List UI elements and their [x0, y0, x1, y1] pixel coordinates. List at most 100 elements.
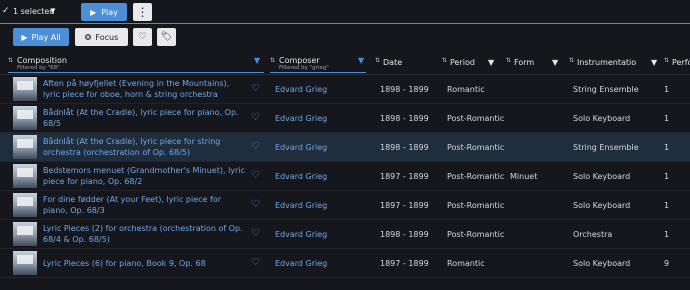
filter-icon[interactable]: ▼ [254, 56, 260, 65]
composition-link[interactable]: For dine fødder (At your Feet), lyric pi… [43, 194, 248, 216]
form-cell: Minuet [510, 172, 538, 181]
instrumentation-cell: Solo Keyboard [573, 172, 631, 181]
column-title: Period [450, 58, 475, 67]
composition-link[interactable]: Aften på høyfjellet (Evening in the Moun… [43, 78, 248, 100]
table-row[interactable]: Lyric Pieces (6) for piano, Book 9, Op. … [0, 249, 690, 278]
table-row[interactable]: Lyric Pieces (2) for orchestra (orchestr… [0, 220, 690, 249]
album-thumbnail[interactable] [13, 164, 37, 188]
column-title: Composer [279, 56, 320, 65]
performances-cell: 1 [664, 201, 670, 210]
composition-link[interactable]: Bådnlåt (At the Cradle), lyric piece for… [43, 136, 248, 158]
column-header-date[interactable]: ⇅ Date [375, 51, 440, 75]
tag-icon: 🏷 [160, 32, 173, 42]
album-thumbnail[interactable] [13, 106, 37, 130]
period-cell: Post-Romantic [447, 230, 505, 239]
composition-link[interactable]: Bedstemors menuet (Grandmother's Minuet)… [43, 165, 248, 187]
sort-icon[interactable]: ⇅ [569, 57, 574, 64]
album-thumbnail[interactable] [13, 135, 37, 159]
column-header-performances[interactable]: ⇅ Perfor [664, 51, 690, 75]
table-row[interactable]: For dine fødder (At your Feet), lyric pi… [0, 191, 690, 220]
composer-link[interactable]: Edvard Grieg [275, 230, 327, 239]
sort-icon[interactable]: ⇅ [270, 57, 275, 64]
table-row[interactable]: Bedstemors menuet (Grandmother's Minuet)… [0, 162, 690, 191]
heart-icon[interactable]: ♡ [251, 170, 260, 181]
focus-icon: ❂ [84, 32, 92, 42]
composer-link[interactable]: Edvard Grieg [275, 259, 327, 268]
play-button[interactable]: ▶ Play [81, 3, 127, 21]
column-header-period[interactable]: ⇅ Period ▼ [442, 51, 506, 75]
top-bar: ✓ 1 selected ▼ ▶ Play ⋮ [0, 0, 690, 24]
instrumentation-cell: String Ensemble [573, 85, 639, 94]
heart-icon[interactable]: ♡ [251, 228, 260, 239]
composition-link[interactable]: Bådnlåt (At the Cradle), lyric piece for… [43, 107, 248, 129]
composer-link[interactable]: Edvard Grieg [275, 201, 327, 210]
period-cell: Post-Romantic [447, 143, 505, 152]
play-all-button[interactable]: ▶ Play All [13, 28, 69, 46]
period-cell: Post-Romantic [447, 201, 505, 210]
heart-icon[interactable]: ♡ [251, 199, 260, 210]
composition-link[interactable]: Lyric Pieces (2) for orchestra (orchestr… [43, 223, 248, 245]
date-cell: 1898 - 1899 [380, 230, 429, 239]
filter-underline [270, 72, 366, 73]
column-title: Instrumentatio [577, 58, 637, 67]
sort-icon[interactable]: ⇅ [375, 57, 380, 64]
more-options-button[interactable]: ⋮ [133, 3, 152, 21]
period-cell: Romantic [447, 85, 485, 94]
play-icon: ▶ [90, 7, 97, 17]
favorite-filter-button[interactable]: ♡ [133, 28, 152, 46]
focus-label: Focus [95, 32, 119, 42]
filter-underline [8, 72, 264, 73]
composer-link[interactable]: Edvard Grieg [275, 172, 327, 181]
column-title: Perfor [672, 58, 690, 67]
filter-icon[interactable]: ▼ [651, 58, 657, 67]
date-cell: 1897 - 1899 [380, 172, 429, 181]
column-header-composition[interactable]: ⇅ Composition Filtered by "68" ▼ [0, 51, 266, 75]
composer-link[interactable]: Edvard Grieg [275, 114, 327, 123]
composer-link[interactable]: Edvard Grieg [275, 85, 327, 94]
period-cell: Post-Romantic [447, 114, 505, 123]
filter-icon[interactable]: ▼ [358, 56, 364, 65]
date-cell: 1898 - 1899 [380, 85, 429, 94]
performances-cell: 9 [664, 259, 670, 268]
column-header-instrumentation[interactable]: ⇅ Instrumentatio ▼ [569, 51, 664, 75]
filter-icon[interactable]: ▼ [488, 58, 494, 67]
composer-link[interactable]: Edvard Grieg [275, 143, 327, 152]
period-cell: Post-Romantic [447, 172, 505, 181]
selection-count[interactable]: 1 selected [13, 7, 54, 16]
sort-icon[interactable]: ⇅ [442, 57, 447, 64]
column-header-composer[interactable]: ⇅ Composer Filtered by "grieg" ▼ [270, 51, 368, 75]
heart-icon[interactable]: ♡ [251, 141, 260, 152]
column-filter-text: Filtered by "grieg" [279, 65, 329, 71]
album-thumbnail[interactable] [13, 193, 37, 217]
album-thumbnail[interactable] [13, 222, 37, 246]
album-thumbnail[interactable] [13, 77, 37, 101]
performances-cell: 1 [664, 143, 670, 152]
table-row[interactable]: Bådnlåt (At the Cradle), lyric piece for… [0, 133, 690, 162]
heart-icon[interactable]: ♡ [251, 257, 260, 268]
table-row[interactable]: Bådnlåt (At the Cradle), lyric piece for… [0, 104, 690, 133]
heart-icon: ♡ [138, 32, 147, 42]
composition-link[interactable]: Lyric Pieces (6) for piano, Book 9, Op. … [43, 258, 248, 280]
album-thumbnail[interactable] [13, 251, 37, 275]
tag-filter-button[interactable]: 🏷 [157, 28, 176, 46]
column-title: Composition [17, 56, 67, 65]
filter-icon[interactable]: ▼ [552, 58, 558, 67]
play-all-label: Play All [31, 32, 61, 42]
date-cell: 1897 - 1899 [380, 201, 429, 210]
performances-cell: 1 [664, 230, 670, 239]
performances-cell: 1 [664, 85, 670, 94]
heart-icon[interactable]: ♡ [251, 83, 260, 94]
table-row[interactable]: Aften på høyfjellet (Evening in the Moun… [0, 75, 690, 104]
check-icon: ✓ [2, 6, 10, 16]
sort-icon[interactable]: ⇅ [8, 57, 13, 64]
column-filter-text: Filtered by "68" [17, 65, 60, 71]
heart-icon[interactable]: ♡ [251, 112, 260, 123]
column-header-form[interactable]: ⇅ Form ▼ [506, 51, 569, 75]
chevron-down-icon[interactable]: ▼ [50, 7, 55, 15]
sort-icon[interactable]: ⇅ [664, 57, 669, 64]
instrumentation-cell: Solo Keyboard [573, 201, 631, 210]
focus-button[interactable]: ❂ Focus [75, 28, 128, 46]
column-title: Form [514, 58, 535, 67]
sort-icon[interactable]: ⇅ [506, 57, 511, 64]
play-label: Play [101, 7, 118, 17]
